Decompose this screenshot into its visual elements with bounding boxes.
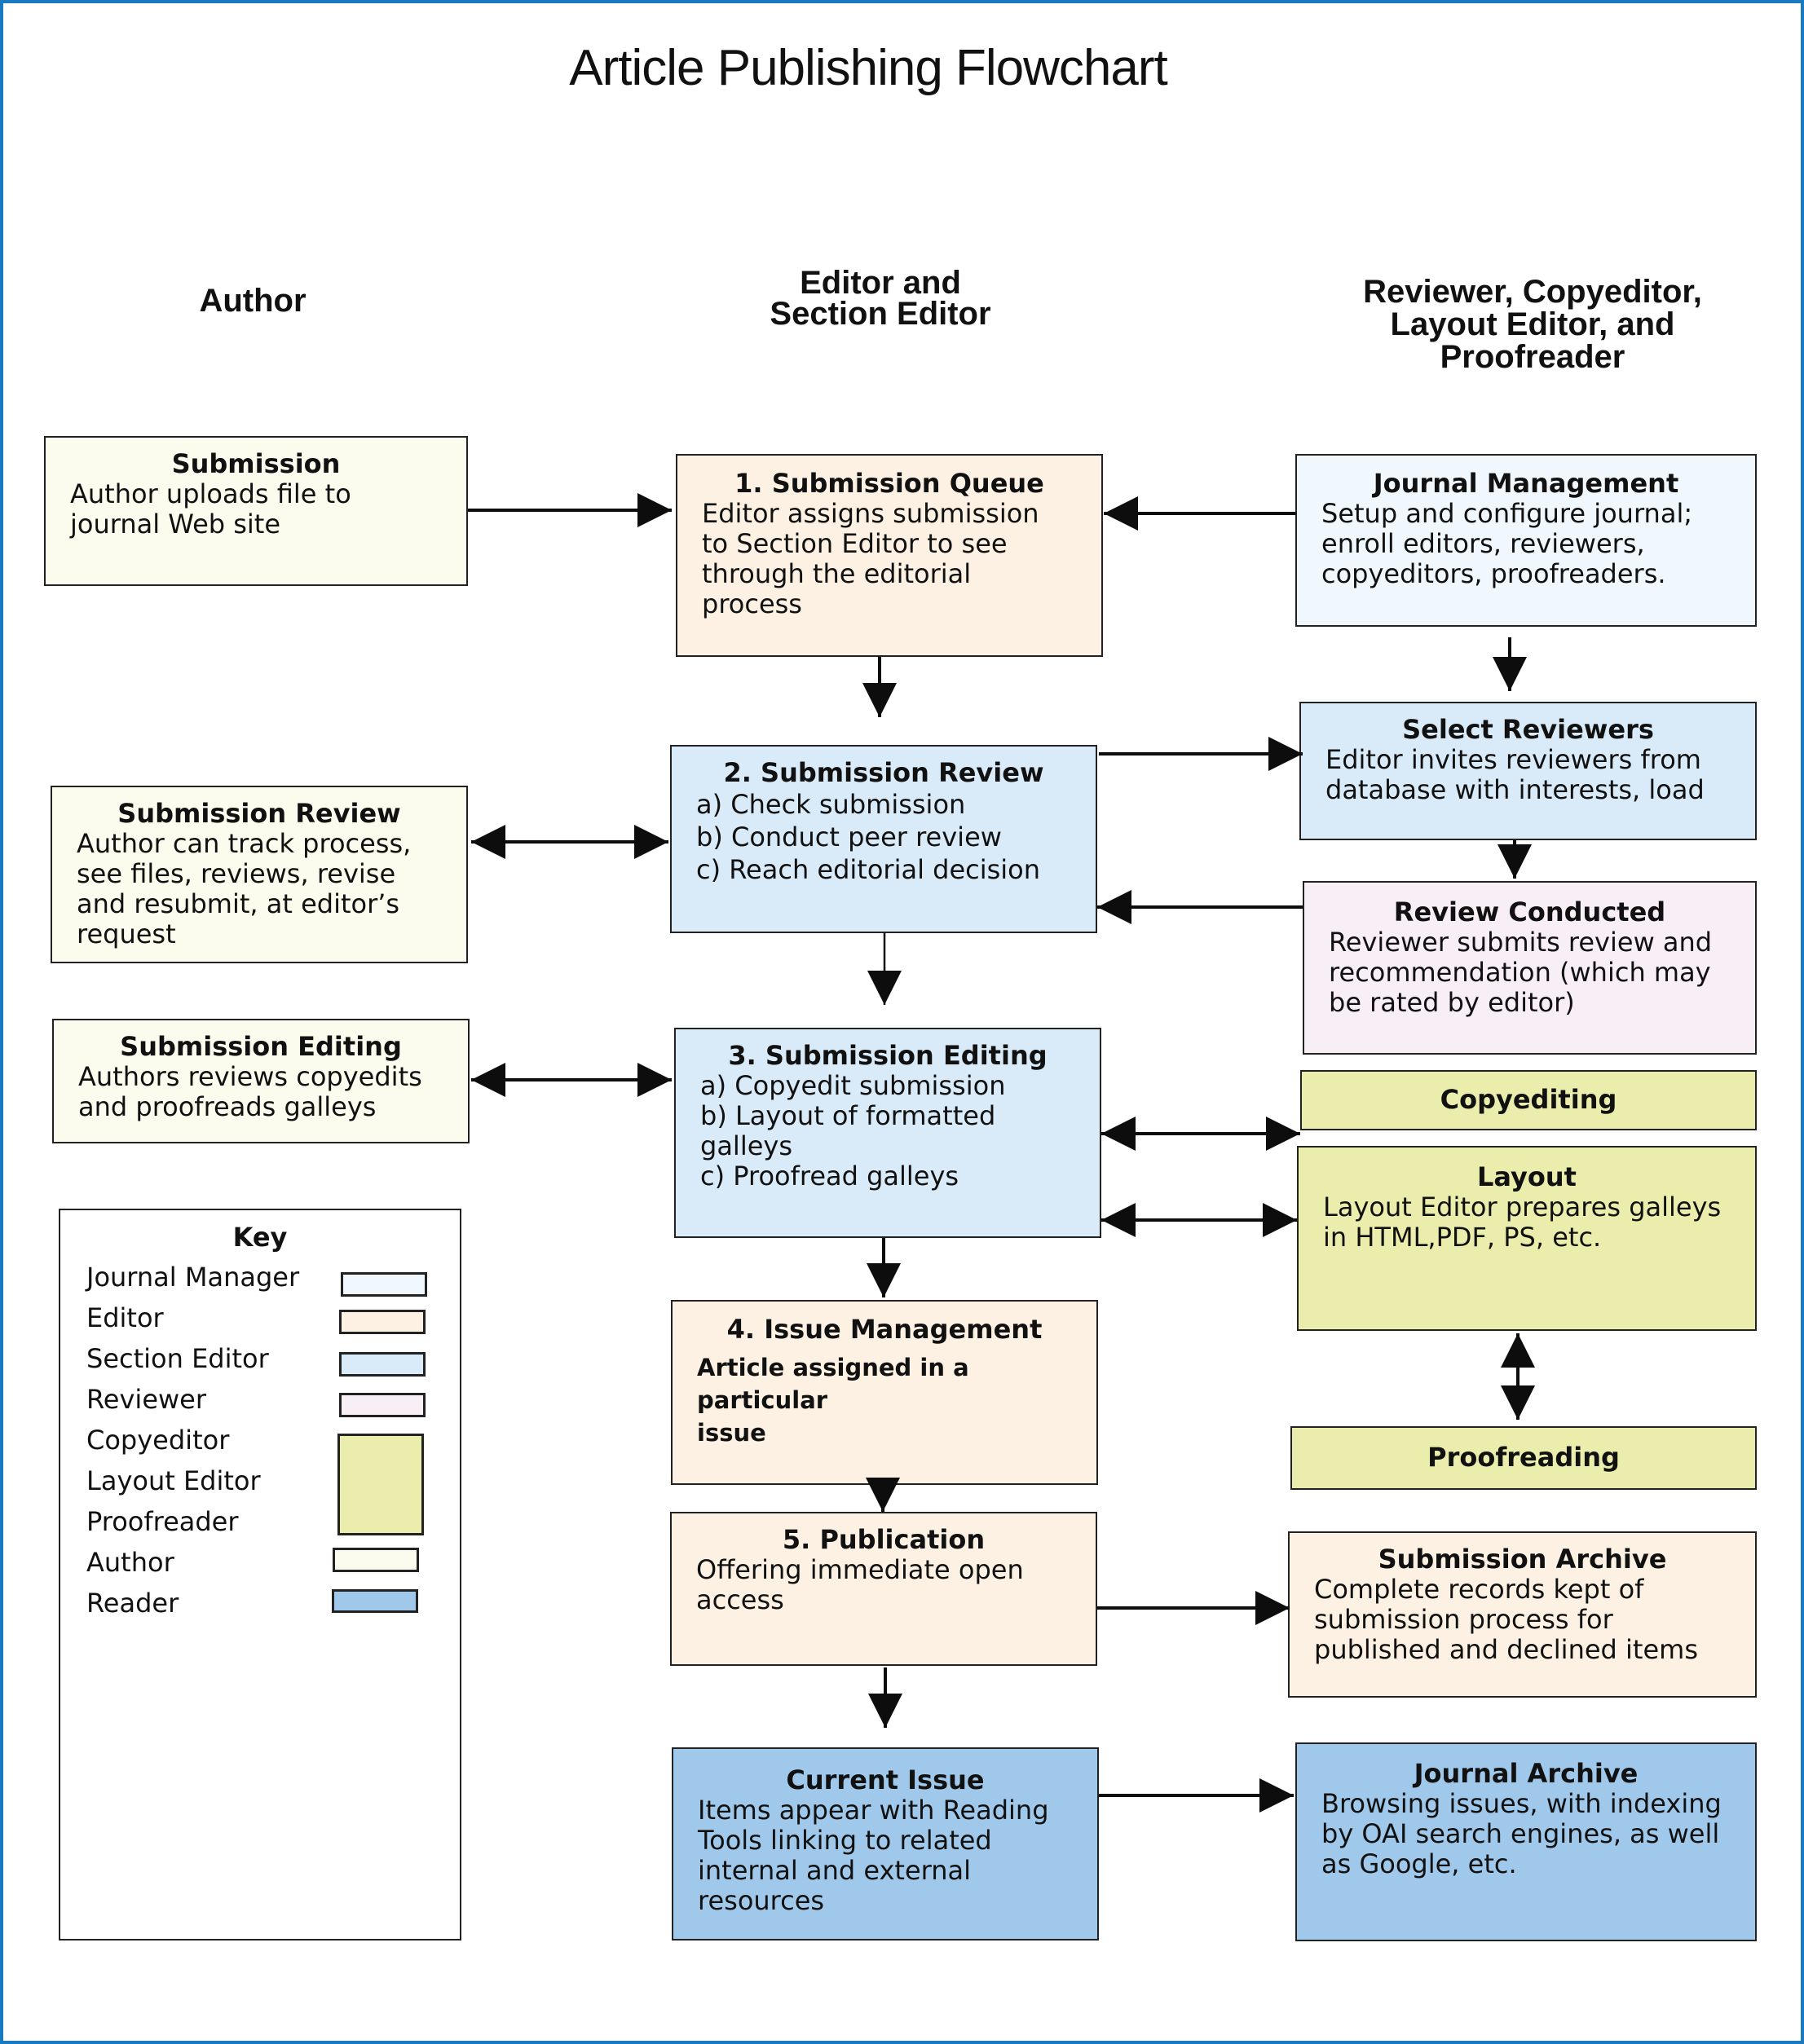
connector-arrows	[468, 493, 1535, 1813]
